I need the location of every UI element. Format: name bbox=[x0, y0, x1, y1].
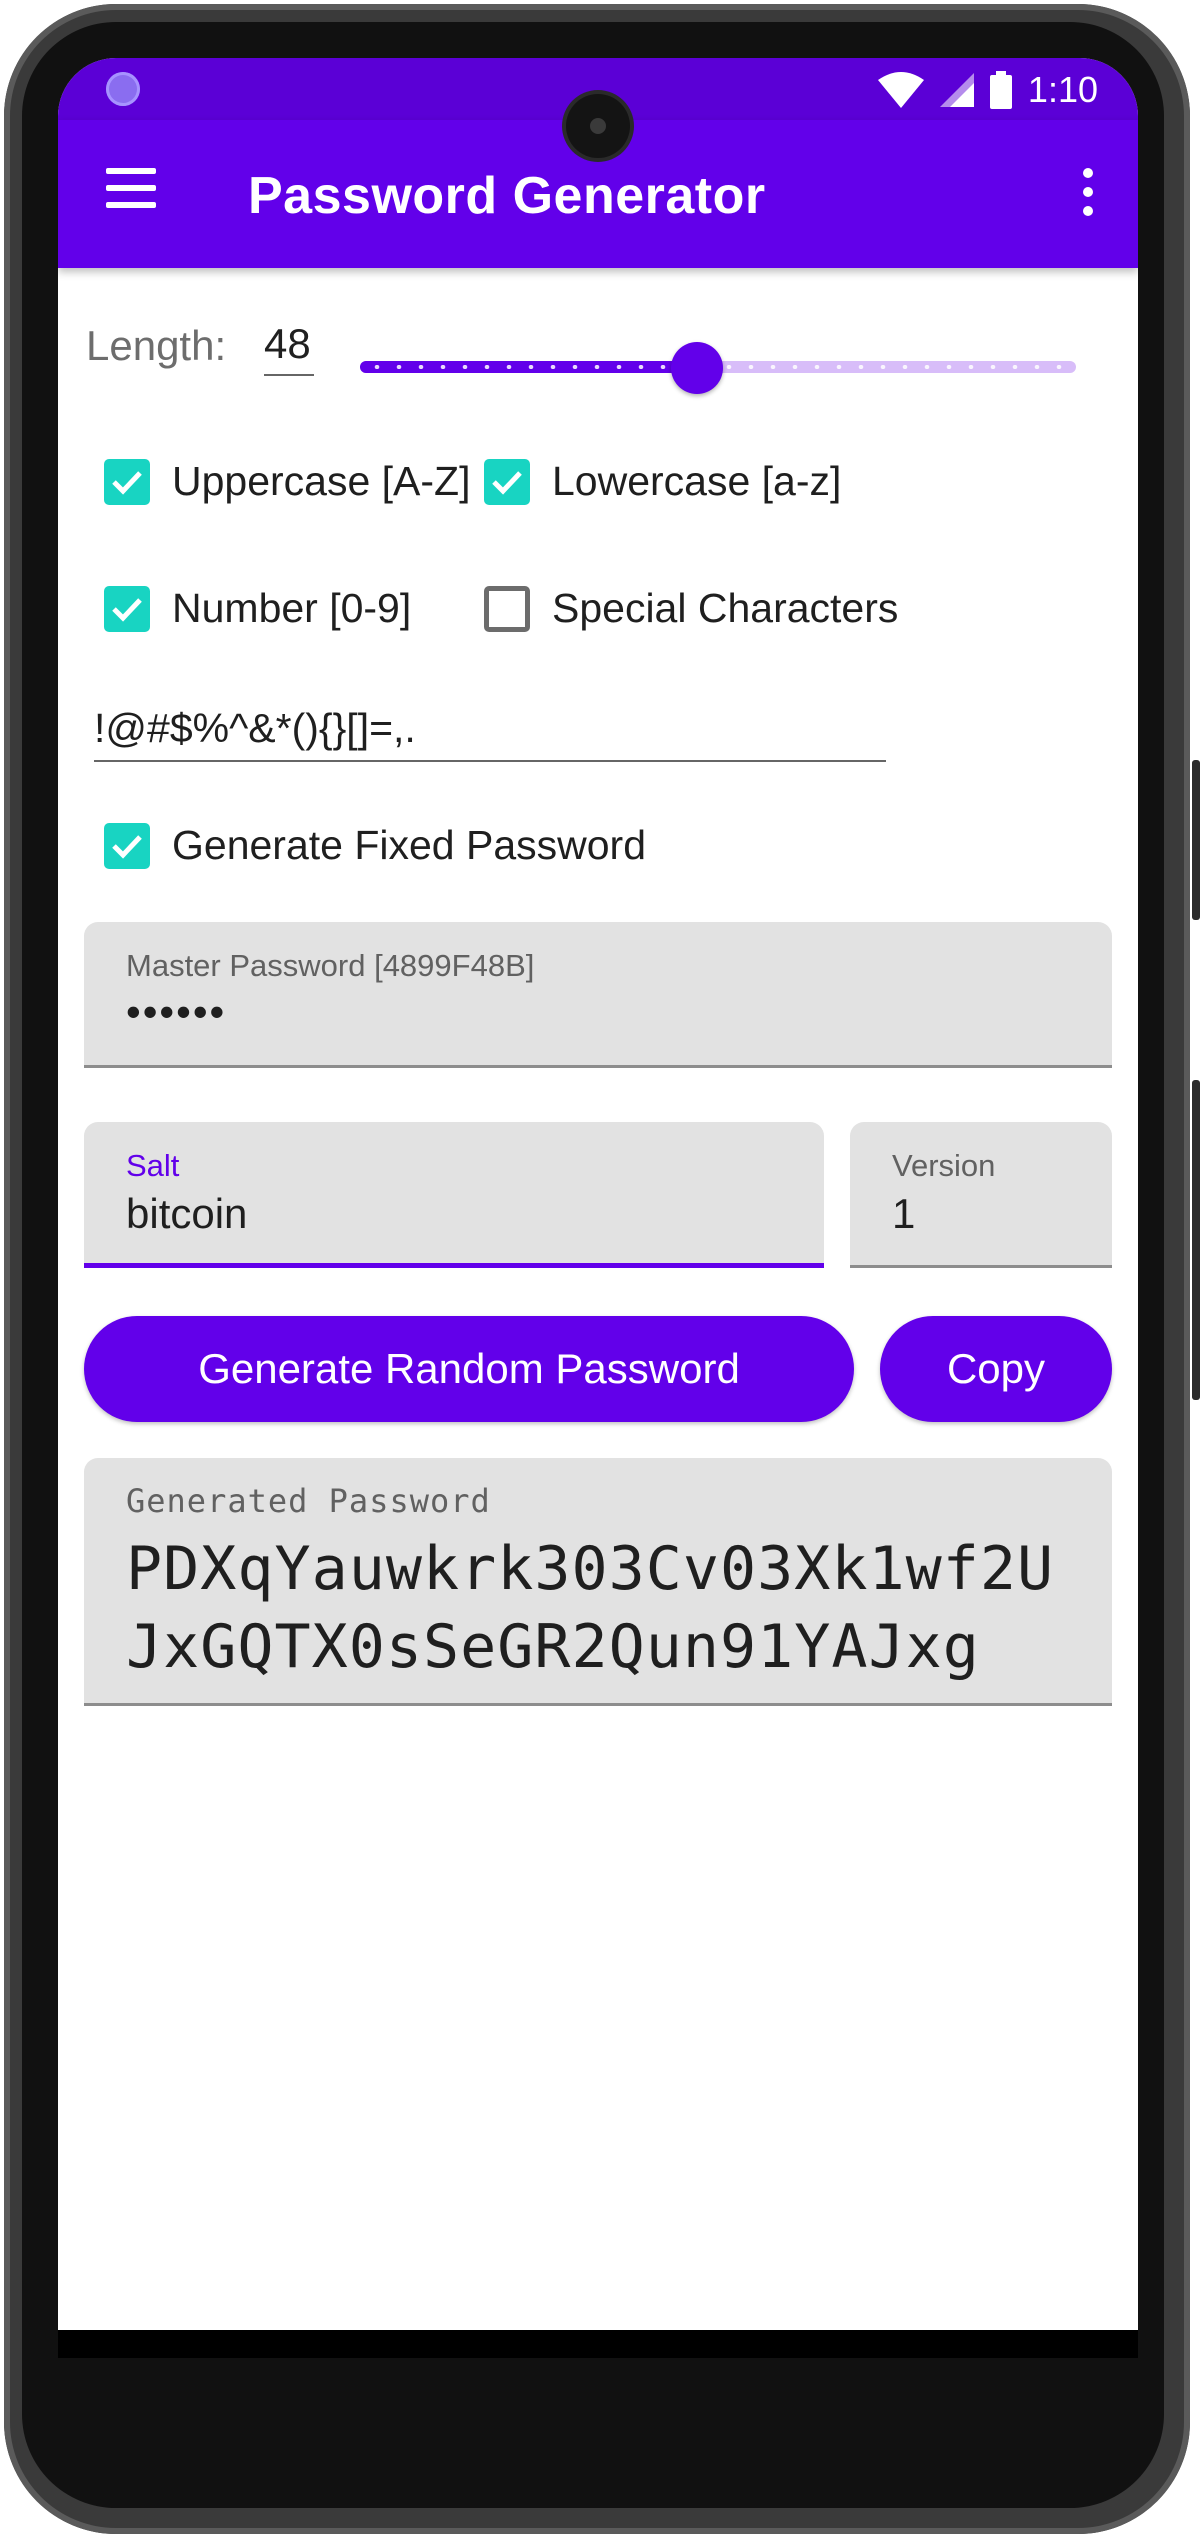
length-value[interactable]: 48 bbox=[264, 320, 314, 376]
salt-field[interactable]: Salt bitcoin bbox=[84, 1122, 824, 1268]
generated-password-value: PDXqYauwkrk303Cv03Xk1wf2UJxGQTX0sSeGR2Qu… bbox=[126, 1534, 1055, 1682]
special-checkbox-row[interactable]: Special Characters bbox=[484, 585, 898, 632]
lowercase-checkbox-row[interactable]: Lowercase [a-z] bbox=[484, 458, 841, 505]
front-camera bbox=[566, 94, 630, 158]
more-vert-icon[interactable] bbox=[1078, 168, 1098, 224]
number-checkbox-row[interactable]: Number [0-9] bbox=[104, 585, 411, 632]
special-characters-label: Special Characters bbox=[552, 585, 899, 631]
fixed-password-checkbox-row[interactable]: Generate Fixed Password bbox=[104, 822, 646, 869]
special-characters-checkbox[interactable] bbox=[484, 585, 530, 632]
uppercase-label: Uppercase [A-Z] bbox=[172, 458, 471, 504]
special-characters-input[interactable] bbox=[94, 696, 886, 762]
generated-password-label: Generated Password bbox=[126, 1482, 491, 1520]
screen: 1:10 Password Generator Length: 48 Upper… bbox=[58, 58, 1138, 2358]
fixed-password-checkbox[interactable] bbox=[104, 822, 150, 869]
volume-button bbox=[1192, 760, 1200, 920]
lowercase-label: Lowercase [a-z] bbox=[552, 458, 842, 504]
length-slider[interactable] bbox=[360, 342, 1076, 394]
signal-icon bbox=[939, 73, 974, 107]
uppercase-checkbox-row[interactable]: Uppercase [A-Z] bbox=[104, 458, 471, 505]
notification-dot-icon bbox=[106, 72, 140, 106]
master-password-value: •••••• bbox=[126, 988, 227, 1035]
checkmark-icon bbox=[492, 470, 522, 495]
app-title: Password Generator bbox=[248, 167, 766, 225]
length-label: Length: bbox=[86, 322, 227, 369]
lowercase-checkbox[interactable] bbox=[484, 458, 530, 505]
device: 1:10 Password Generator Length: 48 Upper… bbox=[0, 0, 1200, 2541]
checkmark-icon bbox=[112, 597, 142, 622]
checkmark-icon bbox=[112, 834, 142, 859]
fixed-password-label: Generate Fixed Password bbox=[172, 822, 647, 868]
generate-random-password-button[interactable]: Generate Random Password bbox=[84, 1316, 854, 1422]
checkmark-icon bbox=[112, 470, 142, 495]
slider-thumb[interactable] bbox=[671, 342, 723, 394]
version-field[interactable]: Version 1 bbox=[850, 1122, 1112, 1268]
version-value: 1 bbox=[892, 1190, 916, 1237]
status-icons: 1:10 bbox=[877, 69, 1098, 110]
power-button bbox=[1192, 1080, 1200, 1400]
battery-icon bbox=[989, 71, 1012, 109]
uppercase-checkbox[interactable] bbox=[104, 458, 150, 505]
navigation-bar bbox=[58, 2330, 1138, 2358]
hamburger-menu-icon[interactable] bbox=[104, 168, 158, 222]
salt-value: bitcoin bbox=[126, 1190, 248, 1237]
number-label: Number [0-9] bbox=[172, 585, 412, 631]
copy-button[interactable]: Copy bbox=[880, 1316, 1112, 1422]
version-label: Version bbox=[892, 1148, 996, 1183]
salt-label: Salt bbox=[126, 1148, 180, 1183]
number-checkbox[interactable] bbox=[104, 585, 150, 632]
master-password-field[interactable]: Master Password [4899F48B] •••••• bbox=[84, 922, 1112, 1068]
wifi-icon bbox=[877, 72, 924, 108]
master-password-label: Master Password [4899F48B] bbox=[126, 948, 535, 983]
status-time: 1:10 bbox=[1027, 69, 1098, 110]
generated-password-field[interactable]: Generated Password PDXqYauwkrk303Cv03Xk1… bbox=[84, 1458, 1112, 1706]
